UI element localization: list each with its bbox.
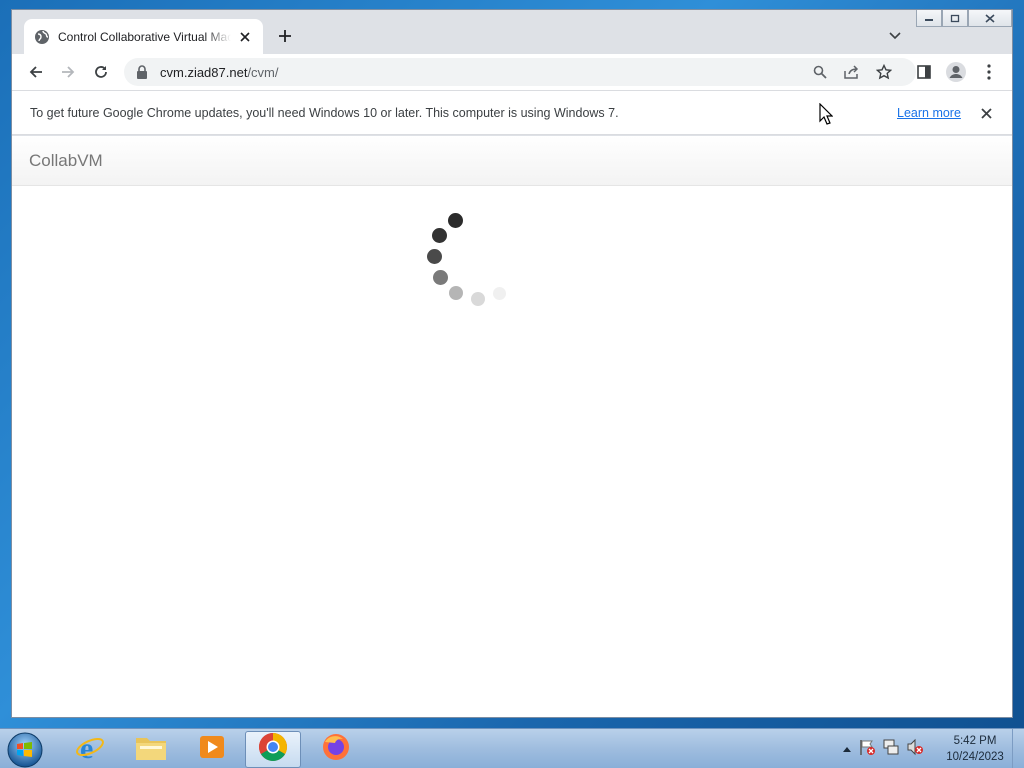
chrome-icon — [258, 732, 288, 767]
firefox-icon — [321, 732, 351, 767]
clock-time: 5:42 PM — [953, 735, 997, 747]
forward-button[interactable] — [56, 60, 80, 84]
chrome-window: Control Collaborative Virtual Machines — [11, 9, 1013, 718]
taskbar-explorer[interactable] — [123, 731, 179, 768]
page-content: CollabVM — [12, 136, 1012, 717]
svg-text:e: e — [80, 732, 93, 762]
taskbar-chrome[interactable] — [245, 731, 301, 768]
side-panel-icon[interactable] — [912, 60, 936, 84]
spinner-dot — [449, 286, 463, 300]
url-host: cvm.ziad87.net — [160, 64, 248, 80]
taskbar-firefox[interactable] — [308, 731, 364, 768]
infobar-message: To get future Google Chrome updates, you… — [30, 105, 619, 120]
globe-icon — [34, 29, 50, 45]
media-player-icon — [198, 733, 226, 766]
network-icon[interactable] — [882, 738, 900, 761]
spinner-dot — [471, 292, 485, 306]
zoom-search-icon[interactable] — [810, 62, 830, 82]
ie-icon: e — [75, 732, 105, 767]
taskbar: e 5:42 PM 10/24/2023 — [0, 728, 1024, 768]
minimize-button[interactable] — [916, 10, 942, 27]
url-text: cvm.ziad87.net/cvm/ — [160, 65, 279, 80]
update-infobar: To get future Google Chrome updates, you… — [12, 90, 1012, 135]
close-tab-icon[interactable] — [237, 29, 253, 45]
chevron-down-icon[interactable] — [886, 27, 904, 45]
browser-toolbar: cvm.ziad87.net/cvm/ — [12, 54, 1012, 90]
clock-date: 10/24/2023 — [946, 751, 1004, 763]
loading-spinner — [12, 136, 1012, 717]
show-desktop-button[interactable] — [1012, 729, 1024, 768]
bookmark-star-icon[interactable] — [874, 62, 894, 82]
folder-icon — [135, 733, 167, 766]
lock-icon[interactable] — [136, 65, 150, 79]
tab-title: Control Collaborative Virtual Machines — [58, 29, 231, 44]
back-button[interactable] — [24, 60, 48, 84]
spinner-dot — [432, 228, 447, 243]
profile-avatar-icon[interactable] — [944, 60, 968, 84]
learn-more-link[interactable]: Learn more — [897, 106, 961, 120]
taskbar-media-player[interactable] — [184, 731, 240, 768]
window-controls — [916, 10, 1012, 27]
reload-button[interactable] — [89, 60, 113, 84]
spinner-dot — [448, 213, 463, 228]
restore-button[interactable] — [942, 10, 968, 27]
spinner-dot — [493, 287, 506, 300]
mouse-cursor-icon — [819, 103, 833, 125]
more-menu-icon[interactable] — [977, 60, 1001, 84]
share-icon[interactable] — [842, 62, 862, 82]
show-hidden-icons-icon[interactable] — [842, 740, 852, 758]
spinner-dot — [427, 249, 442, 264]
url-path: /cvm/ — [247, 64, 279, 80]
tab-collabvm[interactable]: Control Collaborative Virtual Machines — [24, 19, 263, 54]
close-infobar-icon[interactable] — [977, 104, 995, 122]
taskbar-clock[interactable]: 5:42 PM 10/24/2023 — [940, 733, 1010, 765]
volume-muted-icon[interactable] — [906, 738, 924, 761]
tab-strip: Control Collaborative Virtual Machines — [12, 10, 1012, 54]
address-bar[interactable]: cvm.ziad87.net/cvm/ — [124, 58, 916, 86]
action-center-flag-icon[interactable] — [858, 738, 876, 761]
window-close-button[interactable] — [968, 10, 1012, 27]
taskbar-ie[interactable]: e — [62, 731, 118, 768]
system-tray — [842, 729, 924, 768]
start-button[interactable] — [6, 731, 44, 768]
spinner-dot — [433, 270, 448, 285]
new-tab-button[interactable] — [274, 25, 296, 47]
